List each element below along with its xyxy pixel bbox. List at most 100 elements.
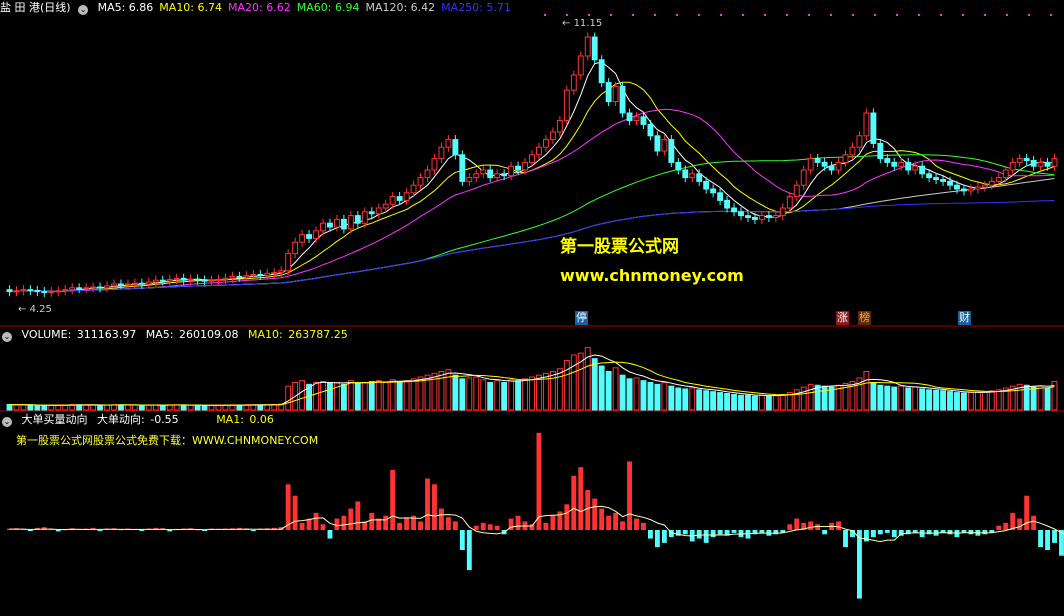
event-marker-3[interactable]: 财 xyxy=(958,311,971,325)
indicator-ma-label: MA1: xyxy=(216,413,244,426)
volume-bar xyxy=(801,387,806,410)
candle-body xyxy=(669,140,674,163)
candle-body xyxy=(523,162,528,170)
indicator-bar xyxy=(139,530,144,531)
candle-body xyxy=(746,216,751,218)
volume-bar xyxy=(655,384,660,410)
candle-body xyxy=(84,288,89,289)
volume-bar xyxy=(864,372,869,411)
candle-body xyxy=(300,235,305,243)
volume-bar xyxy=(746,395,751,410)
indicator-bar xyxy=(704,530,709,543)
candle-body xyxy=(21,290,26,291)
volume-bar xyxy=(314,383,319,411)
volume-bar xyxy=(892,387,897,410)
candle-body xyxy=(77,288,82,289)
candle-body xyxy=(725,200,730,208)
indicator-bar xyxy=(634,519,639,530)
indicator-bar xyxy=(439,509,444,530)
indicator-bar xyxy=(550,516,555,530)
volume-bar xyxy=(732,394,737,410)
volume-bar xyxy=(404,381,409,410)
volume-bar xyxy=(1031,387,1036,410)
volume-bar xyxy=(209,405,214,410)
volume-bar xyxy=(21,405,26,410)
candle-body xyxy=(1010,162,1015,170)
volume-bar xyxy=(42,406,47,410)
volume-bar xyxy=(28,405,33,410)
candle-body xyxy=(1024,159,1029,161)
ma-legend-item-0: MA5: 6.86 xyxy=(98,1,154,14)
ma-line-ma120 xyxy=(10,179,1055,292)
indicator-bar xyxy=(982,530,987,534)
candle-body xyxy=(119,284,124,285)
candle-body xyxy=(446,140,451,148)
candle-body xyxy=(56,291,61,292)
volume-bar xyxy=(397,382,402,410)
candle-body xyxy=(962,189,967,191)
chart-stage: 盐 田 港(日线) ⌄ MA5: 6.86MA10: 6.74MA20: 6.6… xyxy=(0,0,1064,612)
indicator-settings-icon[interactable]: ⌄ xyxy=(2,417,12,427)
signal-dot xyxy=(940,14,942,16)
indicator-bar xyxy=(293,496,298,530)
indicator-bar xyxy=(314,513,319,530)
ma-legend-item-4: MA120: 6.42 xyxy=(365,1,435,14)
candle-body xyxy=(279,271,284,273)
volume-bar xyxy=(683,389,688,410)
candle-body xyxy=(948,181,953,185)
volume-bar xyxy=(982,392,987,410)
candle-body xyxy=(230,276,235,278)
volume-bar xyxy=(446,370,451,410)
indicator-bar xyxy=(516,516,521,530)
volume-bar xyxy=(613,368,618,410)
indicator-name: 大单买量动向 xyxy=(22,413,88,426)
volume-bar xyxy=(362,383,367,411)
signal-dot xyxy=(874,14,876,16)
indicator-bar xyxy=(948,530,953,534)
candle-body xyxy=(662,140,667,151)
indicator-bar xyxy=(383,516,388,530)
volume-bar xyxy=(530,377,535,410)
low-price-value: 4.25 xyxy=(30,304,52,315)
candle-body xyxy=(42,292,47,293)
indicator-bar xyxy=(683,530,688,534)
indicator-bar xyxy=(585,490,590,530)
candle-body xyxy=(711,189,716,193)
candle-body xyxy=(592,37,597,60)
ma-line-ma10 xyxy=(10,82,1055,291)
volume-settings-icon[interactable]: ⌄ xyxy=(2,332,12,342)
volume-bar xyxy=(348,381,353,410)
event-marker-2[interactable]: 榜 xyxy=(858,311,871,325)
volume-bar xyxy=(258,405,263,410)
candle-body xyxy=(481,170,486,174)
indicator-bar xyxy=(1003,523,1008,530)
ma-line-ma20 xyxy=(10,109,1055,291)
candle-body xyxy=(202,280,207,281)
indicator-bar xyxy=(28,530,33,531)
volume-bar xyxy=(139,405,144,410)
volume-bar xyxy=(906,388,911,410)
candle-body xyxy=(906,162,911,170)
candle-body xyxy=(91,287,96,288)
volume-bar xyxy=(488,383,493,411)
indicator-bar xyxy=(599,509,604,530)
candle-body xyxy=(160,280,165,281)
volume-bar xyxy=(878,385,883,410)
volume-bar xyxy=(167,405,172,410)
event-marker-0[interactable]: 停 xyxy=(575,311,588,325)
indicator-bar xyxy=(425,479,430,530)
candle-body xyxy=(683,170,688,178)
signal-dot xyxy=(676,14,678,16)
volume-bar xyxy=(592,359,597,410)
event-marker-1[interactable]: 涨 xyxy=(836,311,849,325)
volume-bar xyxy=(119,405,124,410)
candle-body xyxy=(955,185,960,189)
volume-bar xyxy=(822,386,827,410)
indicator-bar xyxy=(341,516,346,530)
settings-icon[interactable]: ⌄ xyxy=(78,5,88,15)
candle-body xyxy=(1052,159,1057,167)
watermark-url[interactable]: www.chnmoney.com xyxy=(560,266,744,285)
candle-body xyxy=(766,216,771,218)
candle-body xyxy=(105,286,110,288)
indicator-bar xyxy=(488,524,493,530)
